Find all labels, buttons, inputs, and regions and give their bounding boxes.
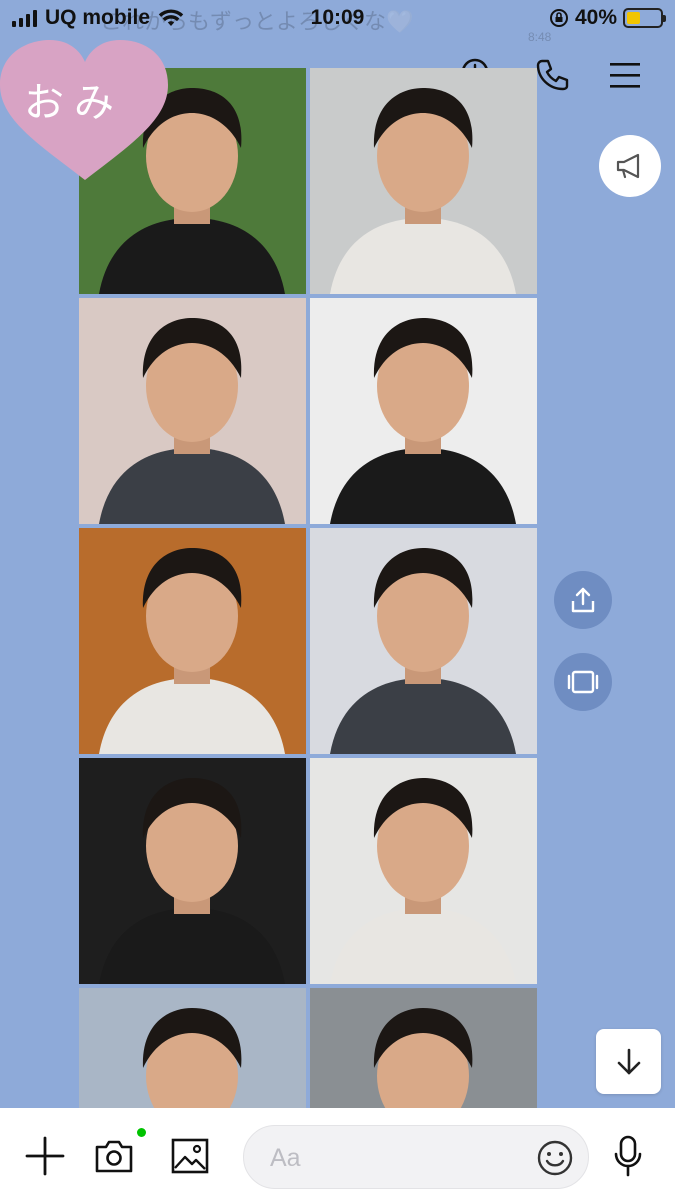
person-portrait-icon <box>330 88 516 294</box>
battery-fill <box>627 12 640 24</box>
battery-percent: 40% <box>574 6 617 29</box>
message-input[interactable] <box>270 1138 520 1178</box>
person-portrait-icon <box>330 778 516 984</box>
photo-7[interactable] <box>79 758 306 984</box>
photo-8[interactable] <box>310 758 537 984</box>
person-portrait-icon <box>99 778 285 984</box>
camera-notification-dot <box>137 1128 146 1137</box>
phone-icon <box>536 59 569 91</box>
gallery-button[interactable] <box>168 1134 212 1178</box>
photo-3[interactable] <box>79 298 306 524</box>
photo-9[interactable] <box>79 988 306 1108</box>
person-portrait-icon <box>330 548 516 754</box>
status-bar-right: 40% <box>549 6 666 30</box>
camera-button[interactable] <box>92 1134 136 1178</box>
screen-mode-button[interactable] <box>554 653 612 711</box>
photo-10[interactable] <box>310 988 537 1108</box>
emoji-icon <box>537 1140 573 1176</box>
share-button[interactable] <box>554 571 612 629</box>
plus-icon <box>25 1136 65 1176</box>
photo-6[interactable] <box>310 528 537 754</box>
person-portrait-icon <box>373 1008 473 1108</box>
menu-icon <box>610 63 640 88</box>
photo-5[interactable] <box>79 528 306 754</box>
share-icon <box>571 587 595 613</box>
person-portrait-icon <box>142 1008 242 1108</box>
photo-4[interactable] <box>310 298 537 524</box>
microphone-icon <box>614 1135 642 1177</box>
menu-button[interactable] <box>605 55 645 95</box>
call-button[interactable] <box>532 55 572 95</box>
image-icon <box>171 1138 209 1174</box>
voice-button[interactable] <box>606 1134 650 1178</box>
add-button[interactable] <box>23 1134 67 1178</box>
camera-icon <box>95 1140 133 1173</box>
person-portrait-icon <box>99 318 285 524</box>
message-input-bar <box>0 1108 675 1200</box>
status-bar: UQ mobile 10:09 40% <box>0 0 675 40</box>
photo-2[interactable] <box>310 68 537 294</box>
arrow-down-icon <box>617 1048 640 1074</box>
photo-grid <box>79 68 537 1108</box>
message-input-wrapper <box>243 1125 589 1189</box>
scroll-to-bottom-button[interactable] <box>596 1029 661 1094</box>
screen-icon <box>567 670 599 694</box>
heart-badge-label: おみ <box>24 80 124 126</box>
battery-icon <box>623 8 666 28</box>
rotation-lock-icon <box>549 9 568 27</box>
megaphone-icon <box>616 153 640 179</box>
announcement-button[interactable] <box>599 135 661 197</box>
person-portrait-icon <box>99 548 285 754</box>
person-portrait-icon <box>330 318 516 524</box>
emoji-button[interactable] <box>536 1139 574 1177</box>
